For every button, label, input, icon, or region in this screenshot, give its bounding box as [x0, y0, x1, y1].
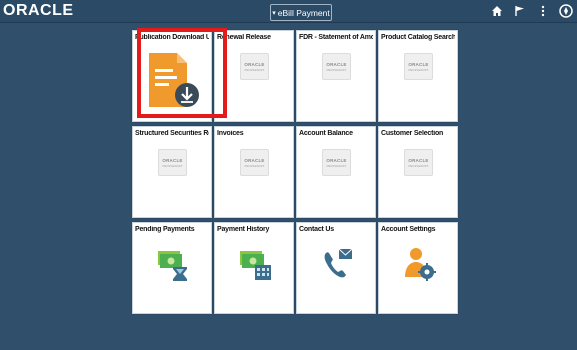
tile-title: Structured Securities Review: [135, 130, 209, 137]
tile-title: Pending Payments: [135, 226, 195, 233]
tile-title: Account Settings: [381, 226, 436, 233]
tile-title: Customer Selection: [381, 130, 444, 137]
money-hourglass-icon: [158, 251, 187, 281]
home-icon[interactable]: [490, 3, 504, 19]
tile-title: Payment History: [217, 226, 270, 233]
phone-mail-icon: [324, 248, 353, 278]
placeholder-sub: PEOPLESOFT: [408, 67, 429, 72]
tile-fdr-statement[interactable]: FDR - Statement of Amount Due ORACLE PEO…: [296, 30, 376, 122]
placeholder-brand: ORACLE: [326, 157, 347, 163]
tile-publication-download-updates[interactable]: Publication Download Updates: [132, 30, 212, 122]
oracle-peoplesoft-placeholder-icon: ORACLE PEOPLESOFT: [322, 53, 351, 80]
document-download-icon: [149, 53, 199, 107]
homepage-selector[interactable]: ▾ eBill Payment: [270, 4, 332, 21]
tile-title: Invoices: [217, 130, 244, 137]
placeholder-sub: PEOPLESOFT: [326, 67, 347, 72]
tile-account-settings[interactable]: Account Settings: [378, 222, 458, 314]
tile-product-catalog-search[interactable]: Product Catalog Search ORACLE PEOPLESOFT: [378, 30, 458, 122]
money-calendar-icon: [240, 251, 271, 280]
placeholder-sub: PEOPLESOFT: [326, 163, 347, 168]
caret-down-icon: ▾: [272, 9, 276, 17]
top-banner: ORACLE ▾ eBill Payment: [0, 0, 577, 23]
homepage-title: eBill Payment: [277, 7, 330, 18]
oracle-peoplesoft-placeholder-icon: ORACLE PEOPLESOFT: [322, 149, 351, 176]
placeholder-brand: ORACLE: [408, 157, 429, 163]
placeholder-sub: PEOPLESOFT: [408, 163, 429, 168]
tile-pending-payments[interactable]: Pending Payments: [132, 222, 212, 314]
placeholder-sub: PEOPLESOFT: [244, 67, 265, 72]
tile-contact-us[interactable]: Contact Us: [296, 222, 376, 314]
placeholder-brand: ORACLE: [244, 157, 265, 163]
placeholder-brand: ORACLE: [408, 61, 429, 67]
oracle-peoplesoft-placeholder-icon: ORACLE PEOPLESOFT: [240, 149, 269, 176]
oracle-logo: ORACLE: [3, 2, 74, 19]
tile-account-balance[interactable]: Account Balance ORACLE PEOPLESOFT: [296, 126, 376, 218]
oracle-peoplesoft-placeholder-icon: ORACLE PEOPLESOFT: [404, 53, 433, 80]
tile-title: Account Balance: [299, 130, 353, 137]
oracle-peoplesoft-placeholder-icon: ORACLE PEOPLESOFT: [404, 149, 433, 176]
placeholder-brand: ORACLE: [244, 61, 265, 67]
tile-customer-selection[interactable]: Customer Selection ORACLE PEOPLESOFT: [378, 126, 458, 218]
tile-title: FDR - Statement of Amount Due: [299, 34, 373, 41]
user-gear-icon: [405, 248, 436, 281]
placeholder-brand: ORACLE: [326, 61, 347, 67]
oracle-peoplesoft-placeholder-icon: ORACLE PEOPLESOFT: [158, 149, 187, 176]
placeholder-sub: PEOPLESOFT: [162, 163, 183, 168]
tile-renewal-release[interactable]: Renewal Release ORACLE PEOPLESOFT: [214, 30, 294, 122]
tile-structured-securities-review[interactable]: Structured Securities Review ORACLE PEOP…: [132, 126, 212, 218]
more-icon[interactable]: [536, 3, 550, 19]
oracle-peoplesoft-placeholder-icon: ORACLE PEOPLESOFT: [240, 53, 269, 80]
tile-invoices[interactable]: Invoices ORACLE PEOPLESOFT: [214, 126, 294, 218]
tile-title: Renewal Release: [217, 34, 271, 41]
placeholder-sub: PEOPLESOFT: [244, 163, 265, 168]
placeholder-brand: ORACLE: [162, 157, 183, 163]
flag-icon[interactable]: [513, 3, 527, 19]
tile-payment-history[interactable]: Payment History: [214, 222, 294, 314]
navbar-icon[interactable]: [559, 3, 573, 19]
tile-title: Product Catalog Search: [381, 34, 455, 41]
tile-title: Publication Download Updates: [135, 34, 209, 41]
tile-title: Contact Us: [299, 226, 334, 233]
